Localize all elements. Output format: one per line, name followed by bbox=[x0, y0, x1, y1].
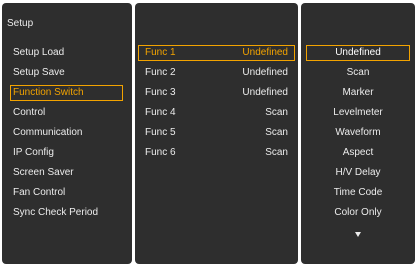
function-value: Scan bbox=[265, 107, 288, 118]
option-list-panel: Undefined Scan Marker Levelmeter Wavefor… bbox=[301, 3, 415, 264]
function-name: Func 4 bbox=[145, 107, 176, 118]
menu-item-sync-check-period[interactable]: Sync Check Period bbox=[10, 205, 123, 221]
option-aspect[interactable]: Aspect bbox=[306, 145, 410, 161]
setup-menu-title: Setup bbox=[7, 18, 34, 29]
menu-item-setup-save[interactable]: Setup Save bbox=[10, 65, 123, 81]
function-name: Func 5 bbox=[145, 127, 176, 138]
function-name: Func 2 bbox=[145, 67, 176, 78]
option-waveform[interactable]: Waveform bbox=[306, 125, 410, 141]
function-name: Func 1 bbox=[145, 47, 176, 58]
option-color-only[interactable]: Color Only bbox=[306, 205, 410, 221]
function-name: Func 3 bbox=[145, 87, 176, 98]
option-undefined[interactable]: Undefined bbox=[306, 45, 410, 61]
menu-item-function-switch[interactable]: Function Switch bbox=[10, 85, 123, 101]
function-row-1[interactable]: Func 1 Undefined bbox=[138, 45, 295, 61]
menu-item-ip-config[interactable]: IP Config bbox=[10, 145, 123, 161]
option-scan[interactable]: Scan bbox=[306, 65, 410, 81]
function-value: Scan bbox=[265, 127, 288, 138]
menu-item-fan-control[interactable]: Fan Control bbox=[10, 185, 123, 201]
menu-item-setup-load[interactable]: Setup Load bbox=[10, 45, 123, 61]
menu-item-communication[interactable]: Communication bbox=[10, 125, 123, 141]
option-hv-delay[interactable]: H/V Delay bbox=[306, 165, 410, 181]
function-value: Undefined bbox=[242, 87, 288, 98]
option-levelmeter[interactable]: Levelmeter bbox=[306, 105, 410, 121]
function-value: Undefined bbox=[242, 47, 288, 58]
chevron-down-icon[interactable] bbox=[355, 232, 361, 237]
menu-item-screen-saver[interactable]: Screen Saver bbox=[10, 165, 123, 181]
function-row-6[interactable]: Func 6 Scan bbox=[138, 145, 295, 161]
menu-item-control[interactable]: Control bbox=[10, 105, 123, 121]
function-row-2[interactable]: Func 2 Undefined bbox=[138, 65, 295, 81]
function-value: Undefined bbox=[242, 67, 288, 78]
setup-menu-panel: Setup Setup Load Setup Save Function Swi… bbox=[2, 3, 132, 264]
function-row-3[interactable]: Func 3 Undefined bbox=[138, 85, 295, 101]
function-list-panel: Func 1 Undefined Func 2 Undefined Func 3… bbox=[135, 3, 298, 264]
function-row-4[interactable]: Func 4 Scan bbox=[138, 105, 295, 121]
function-row-5[interactable]: Func 5 Scan bbox=[138, 125, 295, 141]
function-name: Func 6 bbox=[145, 147, 176, 158]
option-marker[interactable]: Marker bbox=[306, 85, 410, 101]
function-value: Scan bbox=[265, 147, 288, 158]
option-time-code[interactable]: Time Code bbox=[306, 185, 410, 201]
